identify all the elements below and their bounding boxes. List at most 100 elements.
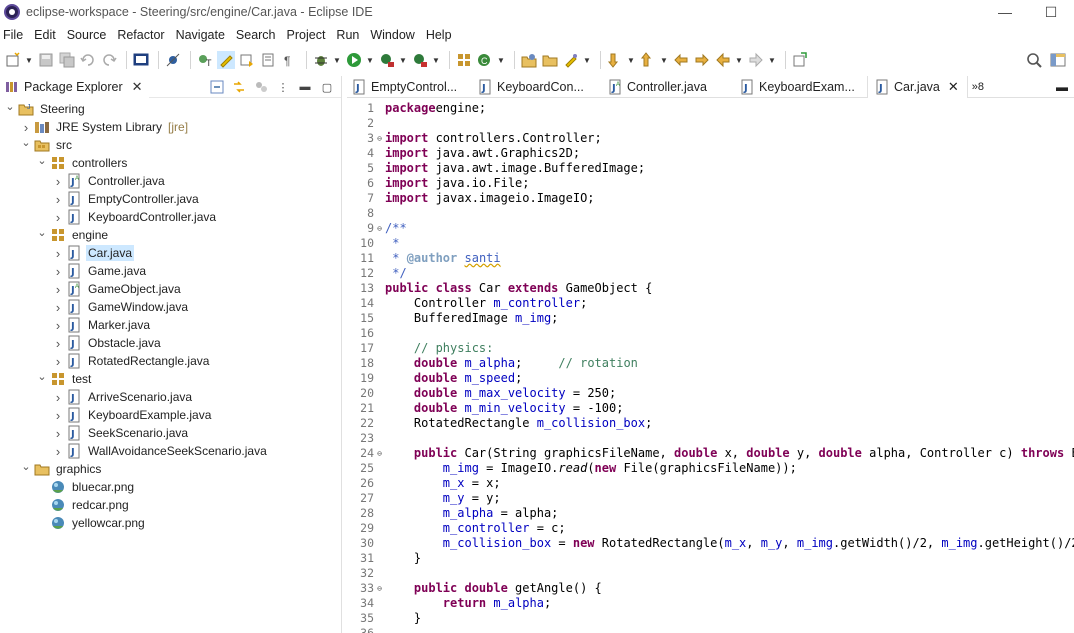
new-icon[interactable]: [4, 51, 22, 69]
fold-icon[interactable]: ⊖: [374, 221, 385, 236]
chevron-right-icon[interactable]: ›: [52, 408, 64, 423]
tab-package-explorer[interactable]: Package Explorer ✕: [0, 75, 149, 98]
chevron-right-icon[interactable]: ›: [52, 318, 64, 333]
chevron-right-icon[interactable]: ›: [52, 390, 64, 405]
tree-item[interactable]: › J EmptyController.java: [0, 190, 341, 208]
tree-item[interactable]: › J WallAvoidanceSeekScenario.java: [0, 442, 341, 460]
tree-item[interactable]: › J Car.java: [0, 244, 341, 262]
forward-dropdown-icon[interactable]: ▼: [768, 51, 776, 69]
forward-icon[interactable]: [747, 51, 765, 69]
chevron-right-icon[interactable]: ›: [52, 210, 64, 225]
prev-annotation-icon[interactable]: [259, 51, 277, 69]
chevron-right-icon[interactable]: ›: [52, 192, 64, 207]
redo-icon[interactable]: [100, 51, 118, 69]
tree-item[interactable]: › J KeyboardExample.java: [0, 406, 341, 424]
tree-item[interactable]: ⌄ J Steering: [0, 100, 341, 118]
chevron-right-icon[interactable]: ›: [52, 300, 64, 315]
link-with-editor-icon[interactable]: [231, 79, 247, 95]
back-icon[interactable]: [714, 51, 732, 69]
search-tools-icon[interactable]: [562, 51, 580, 69]
last-edit-icon[interactable]: [672, 51, 690, 69]
external-tools-dropdown-icon[interactable]: ▼: [432, 51, 440, 69]
tree-item[interactable]: › J Marker.java: [0, 316, 341, 334]
chevron-right-icon[interactable]: ›: [52, 354, 64, 369]
open-task-icon[interactable]: [520, 51, 538, 69]
tree-item[interactable]: ⌄ src: [0, 136, 341, 154]
tree-item[interactable]: › J A GameObject.java: [0, 280, 341, 298]
menu-edit[interactable]: Edit: [30, 28, 63, 42]
tree-item[interactable]: › J Game.java: [0, 262, 341, 280]
collapse-all-icon[interactable]: [209, 79, 225, 95]
external-tools-icon[interactable]: [411, 51, 429, 69]
new-java-package-icon[interactable]: [455, 51, 473, 69]
next-edit-location-icon[interactable]: [606, 51, 624, 69]
menu-window[interactable]: Window: [366, 28, 421, 42]
debug-icon[interactable]: [312, 51, 330, 69]
prev-edit-dropdown-icon[interactable]: ▼: [660, 51, 668, 69]
new-dropdown-icon[interactable]: ▼: [25, 51, 33, 69]
tree-item[interactable]: ⌄ graphics: [0, 460, 341, 478]
more-tabs-button[interactable]: »8: [968, 76, 988, 98]
next-edit-dropdown-icon[interactable]: ▼: [627, 51, 635, 69]
save-icon[interactable]: [37, 51, 55, 69]
menu-search[interactable]: Search: [232, 28, 283, 42]
tree-item[interactable]: ⌄ test: [0, 370, 341, 388]
tree-item[interactable]: › JRE System Library [jre]: [0, 118, 341, 136]
editor-tab[interactable]: J A Controller.java: [601, 76, 733, 98]
debug-dropdown-icon[interactable]: ▼: [333, 51, 341, 69]
tree-item[interactable]: › J ArriveScenario.java: [0, 388, 341, 406]
tree-item[interactable]: › J A Controller.java: [0, 172, 341, 190]
close-icon[interactable]: ✕: [948, 79, 959, 95]
fold-icon[interactable]: ⊖: [374, 581, 385, 596]
back-dropdown-icon[interactable]: ▼: [735, 51, 743, 69]
open-type-icon[interactable]: T: [196, 51, 214, 69]
menu-project[interactable]: Project: [283, 28, 333, 42]
mark-occurrences-icon[interactable]: [217, 51, 235, 69]
chevron-down-icon[interactable]: ⌄: [20, 461, 32, 473]
tree-item[interactable]: › J SeekScenario.java: [0, 424, 341, 442]
tree-item[interactable]: bluecar.png: [0, 478, 341, 496]
skip-breakpoints-icon[interactable]: [164, 51, 182, 69]
menu-run[interactable]: Run: [332, 28, 366, 42]
new-java-class-icon[interactable]: C: [476, 51, 494, 69]
editor-tab[interactable]: J KeyboardExam...: [733, 76, 867, 98]
new-class-dropdown-icon[interactable]: ▼: [497, 51, 505, 69]
search-icon[interactable]: [1025, 51, 1043, 69]
coverage-icon[interactable]: [378, 51, 396, 69]
chevron-right-icon[interactable]: ›: [52, 246, 64, 261]
chevron-right-icon[interactable]: ›: [52, 336, 64, 351]
fold-icon[interactable]: ⊖: [374, 131, 385, 146]
prev-edit-location-icon[interactable]: [639, 51, 657, 69]
tree-item[interactable]: › J RotatedRectangle.java: [0, 352, 341, 370]
menu-source[interactable]: Source: [63, 28, 114, 42]
tree-item[interactable]: ⌄ engine: [0, 226, 341, 244]
tree-item[interactable]: › J KeyboardController.java: [0, 208, 341, 226]
chevron-down-icon[interactable]: ⌄: [36, 371, 48, 383]
tree-item[interactable]: ⌄ controllers: [0, 154, 341, 172]
chevron-down-icon[interactable]: ⌄: [36, 155, 48, 167]
perspective-icon[interactable]: [1049, 51, 1067, 69]
run-icon[interactable]: [345, 51, 363, 69]
focus-active-task-icon[interactable]: [253, 79, 269, 95]
open-folder-icon[interactable]: [541, 51, 559, 69]
maximize-view-icon[interactable]: ▢: [319, 79, 335, 95]
editor-tab[interactable]: J EmptyControl...: [347, 76, 471, 98]
tree-item[interactable]: › J GameWindow.java: [0, 298, 341, 316]
chevron-down-icon[interactable]: ⌄: [4, 101, 16, 113]
close-icon[interactable]: ✕: [132, 79, 143, 95]
run-dropdown-icon[interactable]: ▼: [366, 51, 374, 69]
forward-history-icon[interactable]: [693, 51, 711, 69]
minimize-button[interactable]: —: [982, 0, 1028, 24]
tree-item[interactable]: redcar.png: [0, 496, 341, 514]
fold-icon[interactable]: ⊖: [374, 446, 385, 461]
view-menu-icon[interactable]: ⋮: [275, 79, 291, 95]
chevron-right-icon[interactable]: ›: [52, 282, 64, 297]
maximize-button[interactable]: ☐: [1028, 0, 1074, 24]
chevron-right-icon[interactable]: ›: [20, 120, 32, 135]
undo-icon[interactable]: [79, 51, 97, 69]
save-all-icon[interactable]: [58, 51, 76, 69]
terminal-icon[interactable]: [132, 51, 150, 69]
chevron-down-icon[interactable]: ⌄: [36, 227, 48, 239]
menu-help[interactable]: Help: [422, 28, 459, 42]
editor-tab[interactable]: J Car.java ✕: [867, 75, 968, 98]
